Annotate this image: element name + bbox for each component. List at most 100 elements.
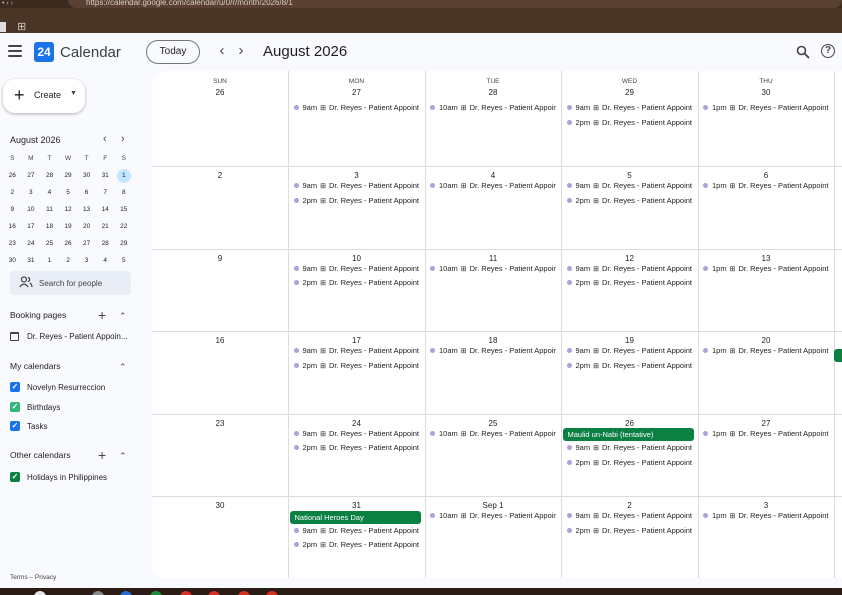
day-number[interactable]: 3 <box>698 501 834 510</box>
my-calendars-heading[interactable]: My calendars <box>10 361 61 371</box>
mini-day[interactable]: 11 <box>40 201 59 218</box>
taskbar-app-icon[interactable] <box>180 591 192 595</box>
mini-day[interactable]: 8 <box>114 184 133 201</box>
mini-day[interactable]: 5 <box>114 252 133 269</box>
mini-day[interactable]: 22 <box>114 218 133 235</box>
mini-day[interactable]: 4 <box>40 184 59 201</box>
mini-day[interactable]: 17 <box>22 218 41 235</box>
appointment-event[interactable]: 1pm ⊞ Dr. Reyes - Patient Appoint <box>698 428 832 440</box>
mini-day[interactable]: 1 <box>40 252 59 269</box>
mini-day[interactable]: 28 <box>40 167 59 184</box>
mini-day[interactable]: 2 <box>3 184 22 201</box>
day-number[interactable]: 25 <box>425 419 561 428</box>
mini-day[interactable]: 29 <box>114 235 133 252</box>
appointment-event[interactable]: 10am ⊞ Dr. Reyes - Patient Appoir <box>425 102 559 114</box>
mini-day[interactable]: 2 <box>59 252 78 269</box>
appointment-event[interactable]: 2pm ⊞ Dr. Reyes - Patient Appoint <box>562 360 696 372</box>
taskbar-app-icon[interactable] <box>34 591 46 595</box>
holiday-event-chip[interactable]: National Heroes Day <box>289 510 421 524</box>
appointment-event[interactable]: 9am ⊞ Dr. Reyes - Patient Appoint <box>562 345 696 357</box>
day-number[interactable]: 27 <box>698 419 834 428</box>
mini-day[interactable]: 14 <box>96 201 115 218</box>
day-number[interactable]: 6 <box>698 171 834 180</box>
window-controls[interactable]: • ‹ › <box>2 0 13 7</box>
main-menu-icon[interactable] <box>8 45 22 57</box>
mini-day[interactable]: 16 <box>3 218 22 235</box>
day-number[interactable]: 27 <box>289 88 425 97</box>
day-number[interactable]: 30 <box>152 501 288 510</box>
day-number[interactable]: 18 <box>425 336 561 345</box>
mini-day[interactable]: 30 <box>3 252 22 269</box>
taskbar-app-icon[interactable] <box>120 591 132 595</box>
mini-next-month-button[interactable]: › <box>121 134 125 145</box>
mini-day[interactable]: 31 <box>96 167 115 184</box>
appointment-event[interactable]: 9am ⊞ Dr. Reyes - Patient Appoint <box>562 510 696 522</box>
checkbox-checked-icon[interactable]: ✓ <box>10 421 20 431</box>
mini-day[interactable]: 31 <box>22 252 41 269</box>
mini-day-selected[interactable]: 1 <box>114 167 133 184</box>
mini-day[interactable]: 26 <box>59 235 78 252</box>
appointment-event[interactable]: 9am ⊞ Dr. Reyes - Patient Appoint <box>562 102 696 114</box>
day-number[interactable]: 19 <box>562 336 698 345</box>
appointment-event[interactable]: 9am ⊞ Dr. Reyes - Patient Appoint <box>289 428 423 440</box>
appointment-event[interactable]: 10am ⊞ Dr. Reyes - Patient Appoir <box>425 510 559 522</box>
mini-day[interactable]: 28 <box>96 235 115 252</box>
appointment-event[interactable]: 10am ⊞ Dr. Reyes - Patient Appoir <box>425 263 559 275</box>
appointment-event[interactable]: 2pm ⊞ Dr. Reyes - Patient Appoint <box>289 195 423 207</box>
checkbox-checked-icon[interactable]: ✓ <box>10 382 20 392</box>
appointment-event[interactable]: 10am ⊞ Dr. Reyes - Patient Appoir <box>425 345 559 357</box>
add-other-calendar-button[interactable]: + <box>98 448 106 462</box>
day-number[interactable]: 12 <box>562 254 698 263</box>
appointment-event[interactable]: 10am ⊞ Dr. Reyes - Patient Appoir <box>425 428 559 440</box>
day-number[interactable]: 17 <box>289 336 425 345</box>
other-calendars-collapse-icon[interactable]: ⌃ <box>119 450 127 462</box>
mini-day[interactable]: 27 <box>22 167 41 184</box>
mini-day[interactable]: 13 <box>77 201 96 218</box>
add-booking-page-button[interactable]: + <box>98 308 106 322</box>
mini-prev-month-button[interactable]: ‹ <box>103 134 107 145</box>
mini-day[interactable]: 6 <box>77 184 96 201</box>
day-number[interactable]: 29 <box>562 88 698 97</box>
bookmark-icon[interactable] <box>0 22 6 32</box>
appointment-event[interactable]: 9am ⊞ Dr. Reyes - Patient Appoint <box>289 180 423 192</box>
day-number[interactable]: 23 <box>152 419 288 428</box>
mini-day[interactable]: 24 <box>22 235 41 252</box>
taskbar-app-icon[interactable] <box>208 591 220 595</box>
appointment-event[interactable]: 2pm ⊞ Dr. Reyes - Patient Appoint <box>562 195 696 207</box>
day-number[interactable]: 9 <box>152 254 288 263</box>
mini-day[interactable]: 29 <box>59 167 78 184</box>
booking-page-item[interactable]: Dr. Reyes - Patient Appoin... <box>10 331 134 343</box>
appointment-event[interactable]: 9am ⊞ Dr. Reyes - Patient Appoint <box>562 180 696 192</box>
appointment-event[interactable]: 9am ⊞ Dr. Reyes - Patient Appoint <box>562 263 696 275</box>
day-number[interactable]: 2 <box>152 171 288 180</box>
day-number[interactable]: 2 <box>562 501 698 510</box>
search-icon[interactable] <box>796 45 810 59</box>
appointment-event[interactable]: 1pm ⊞ Dr. Reyes - Patient Appoint <box>698 102 832 114</box>
appointment-event[interactable]: 2pm ⊞ Dr. Reyes - Patient Appoint <box>562 277 696 289</box>
appointment-event[interactable]: 1pm ⊞ Dr. Reyes - Patient Appoint <box>698 510 832 522</box>
day-number[interactable]: 16 <box>152 336 288 345</box>
day-number[interactable]: 24 <box>289 419 425 428</box>
appointment-event[interactable]: 2pm ⊞ Dr. Reyes - Patient Appoint <box>562 525 696 537</box>
day-number[interactable]: Sep 1 <box>425 501 561 510</box>
appointment-event[interactable]: 1pm ⊞ Dr. Reyes - Patient Appoint <box>698 180 832 192</box>
day-number[interactable]: 13 <box>698 254 834 263</box>
appointment-event[interactable]: 2pm ⊞ Dr. Reyes - Patient Appoint <box>289 277 423 289</box>
mini-day[interactable]: 12 <box>59 201 78 218</box>
mini-day[interactable]: 25 <box>40 235 59 252</box>
day-number[interactable]: 26 <box>152 88 288 97</box>
day-number[interactable]: 11 <box>425 254 561 263</box>
appointment-event[interactable]: 9am ⊞ Dr. Reyes - Patient Appoint <box>289 525 423 537</box>
appointment-event[interactable]: 9am ⊞ Dr. Reyes - Patient Appoint <box>289 263 423 275</box>
other-calendars-heading[interactable]: Other calendars <box>10 450 70 460</box>
day-number[interactable]: 4 <box>425 171 561 180</box>
day-number[interactable]: 28 <box>425 88 561 97</box>
mini-day[interactable]: 10 <box>22 201 41 218</box>
mini-day[interactable]: 5 <box>59 184 78 201</box>
mini-day[interactable]: 21 <box>96 218 115 235</box>
appointment-event[interactable]: 1pm ⊞ Dr. Reyes - Patient Appoint <box>698 263 832 275</box>
mini-day[interactable]: 4 <box>96 252 115 269</box>
appointment-event[interactable]: 2pm ⊞ Dr. Reyes - Patient Appoint <box>562 117 696 129</box>
appointment-event[interactable]: 9am ⊞ Dr. Reyes - Patient Appoint <box>289 102 423 114</box>
appointment-event[interactable]: 9am ⊞ Dr. Reyes - Patient Appoint <box>562 442 696 454</box>
